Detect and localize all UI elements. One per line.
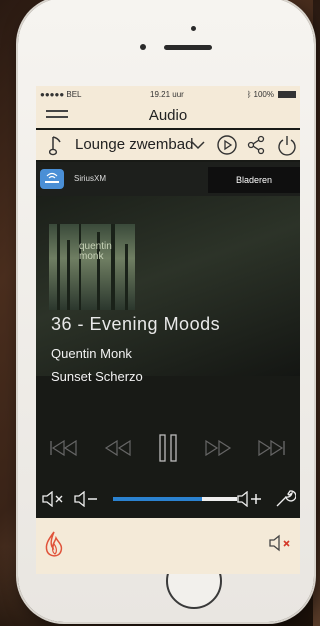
zone-bar: Lounge zwembad bbox=[36, 130, 300, 160]
page-title: Audio bbox=[148, 106, 188, 124]
artist-name: Quentin Monk bbox=[51, 346, 132, 361]
carrier-label: ●●●●● BEL bbox=[40, 89, 82, 99]
clock: 19.21 uur bbox=[150, 89, 184, 99]
album-art-text: quentin monk bbox=[79, 241, 112, 262]
album-name: Sunset Scherzo bbox=[51, 369, 143, 384]
playback-controls bbox=[36, 431, 300, 471]
skip-forward-icon[interactable] bbox=[256, 439, 286, 457]
battery-icon bbox=[278, 90, 296, 98]
music-note-icon bbox=[49, 136, 61, 156]
front-camera bbox=[140, 44, 146, 50]
volume-row bbox=[36, 484, 300, 514]
app-header: Audio bbox=[36, 102, 300, 128]
track-title: 36 - Evening Moods bbox=[51, 314, 221, 334]
rewind-icon[interactable] bbox=[104, 439, 132, 457]
camera-dot bbox=[191, 26, 196, 31]
siriusxm-logo bbox=[40, 169, 64, 189]
battery-status: ᛒ 100% bbox=[247, 90, 296, 99]
volume-level bbox=[113, 497, 203, 501]
flame-icon[interactable] bbox=[42, 530, 66, 560]
speaker-mute-icon[interactable] bbox=[268, 534, 296, 552]
skip-back-icon[interactable] bbox=[49, 439, 79, 457]
footer-bar bbox=[36, 518, 300, 574]
battery-percent: 100% bbox=[253, 89, 274, 99]
zone-name[interactable]: Lounge zwembad bbox=[75, 136, 193, 153]
volume-up-icon[interactable] bbox=[236, 491, 266, 507]
mute-icon[interactable] bbox=[41, 491, 67, 507]
fast-forward-icon[interactable] bbox=[204, 439, 232, 457]
share-icon[interactable] bbox=[246, 135, 266, 155]
play-circle-icon[interactable] bbox=[216, 134, 238, 156]
source-row: SiriusXM Bladeren bbox=[36, 162, 300, 196]
power-icon[interactable] bbox=[276, 134, 298, 156]
volume-slider[interactable] bbox=[113, 497, 237, 501]
bluetooth-icon: ᛒ bbox=[246, 89, 252, 99]
source-name: SiriusXM bbox=[74, 174, 107, 183]
hamburger-icon[interactable] bbox=[46, 110, 68, 120]
earpiece-speaker bbox=[164, 45, 212, 50]
album-art: quentin monk bbox=[49, 224, 135, 310]
browse-button[interactable]: Bladeren bbox=[208, 167, 300, 193]
app-screen: ●●●●● BEL 19.21 uur ᛒ 100% Audio Lounge … bbox=[36, 86, 300, 574]
pause-icon[interactable] bbox=[157, 433, 179, 463]
chevron-down-icon[interactable] bbox=[191, 140, 205, 150]
volume-down-icon[interactable] bbox=[73, 491, 111, 507]
status-bar: ●●●●● BEL 19.21 uur ᛒ 100% bbox=[36, 86, 300, 102]
wrench-icon[interactable] bbox=[274, 487, 296, 509]
